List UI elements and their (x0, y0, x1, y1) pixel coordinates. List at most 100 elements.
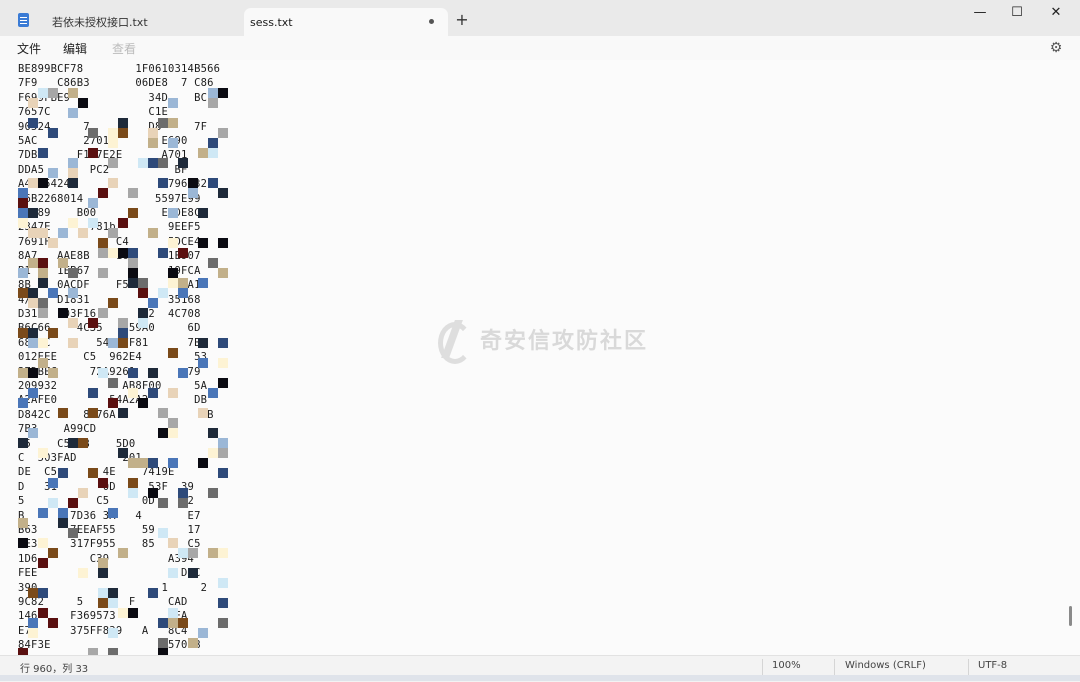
mosaic-block (198, 338, 208, 348)
mosaic-block (128, 268, 138, 278)
text-editor-area[interactable]: BE899BCF78 1F0610314B566 7F9 C86B3 06DE8 … (0, 60, 1080, 655)
mosaic-block (208, 258, 218, 268)
mosaic-block (108, 248, 118, 258)
menu-file[interactable]: 文件 (17, 40, 41, 57)
mosaic-block (208, 88, 218, 98)
menu-view[interactable]: 查看 (112, 40, 136, 57)
mosaic-block (48, 368, 58, 378)
mosaic-block (18, 328, 28, 338)
mosaic-block (168, 458, 178, 468)
mosaic-block (138, 318, 148, 328)
mosaic-block (38, 88, 48, 98)
mosaic-block (148, 368, 158, 378)
mosaic-block (188, 188, 198, 198)
line-ending[interactable]: Windows (CRLF) (845, 660, 926, 671)
new-tab-button[interactable]: + (452, 10, 472, 30)
mosaic-block (128, 478, 138, 488)
mosaic-block (138, 308, 148, 318)
mosaic-block (128, 458, 138, 468)
menu-edit[interactable]: 编辑 (63, 40, 87, 57)
mosaic-block (218, 438, 228, 448)
mosaic-block (118, 328, 128, 338)
mosaic-block (208, 388, 218, 398)
close-button[interactable]: ✕ (1038, 4, 1074, 22)
mosaic-block (78, 488, 88, 498)
tab-file-2[interactable]: sess.txt (244, 8, 448, 36)
mosaic-block (28, 298, 38, 308)
mosaic-block (108, 648, 118, 655)
maximize-button[interactable]: ☐ (999, 4, 1035, 22)
mosaic-block (208, 488, 218, 498)
mosaic-block (88, 388, 98, 398)
mosaic-block (168, 608, 178, 618)
mosaic-block (138, 458, 148, 468)
tab-title: sess.txt (250, 15, 293, 29)
minimize-button[interactable]: — (962, 4, 998, 22)
mosaic-block (148, 228, 158, 238)
vertical-scrollbar[interactable] (1069, 606, 1072, 626)
mosaic-block (208, 548, 218, 558)
mosaic-block (128, 608, 138, 618)
mosaic-block (68, 498, 78, 508)
mosaic-block (88, 318, 98, 328)
mosaic-block (128, 388, 138, 398)
mosaic-block (18, 198, 28, 208)
watermark-text: 奇安信攻防社区 (480, 329, 649, 354)
mosaic-block (78, 98, 88, 108)
mosaic-block (118, 128, 128, 138)
mosaic-block (48, 328, 58, 338)
mosaic-block (168, 278, 178, 288)
mosaic-block (168, 208, 178, 218)
mosaic-block (98, 568, 108, 578)
notepad-app-icon (18, 13, 29, 27)
mosaic-block (148, 388, 158, 398)
zoom-level[interactable]: 100% (772, 660, 801, 671)
mosaic-block (218, 128, 228, 138)
mosaic-block (48, 498, 58, 508)
mosaic-block (128, 258, 138, 268)
mosaic-block (48, 88, 58, 98)
mosaic-block (18, 288, 28, 298)
tab-file-1[interactable]: 若依未授权接口.txt (40, 8, 242, 36)
mosaic-block (28, 98, 38, 108)
status-divider (834, 659, 835, 675)
settings-gear-icon[interactable]: ⚙ (1048, 40, 1064, 56)
redaction-mosaic (18, 60, 234, 655)
mosaic-block (218, 548, 228, 558)
mosaic-block (98, 238, 108, 248)
mosaic-block (158, 178, 168, 188)
mosaic-block (138, 398, 148, 408)
mosaic-block (98, 268, 108, 278)
mosaic-block (118, 448, 128, 458)
encoding[interactable]: UTF-8 (978, 660, 1007, 671)
mosaic-block (38, 508, 48, 518)
mosaic-block (158, 118, 168, 128)
mosaic-block (108, 138, 118, 148)
mosaic-block (198, 208, 208, 218)
mosaic-block (188, 178, 198, 188)
unsaved-dot-icon[interactable] (429, 19, 434, 24)
mosaic-block (98, 598, 108, 608)
mosaic-block (108, 298, 118, 308)
mosaic-block (38, 258, 48, 268)
mosaic-block (68, 218, 78, 228)
mosaic-block (38, 228, 48, 238)
mosaic-block (38, 268, 48, 278)
mosaic-block (58, 258, 68, 268)
mosaic-block (28, 628, 38, 638)
mosaic-block (68, 528, 78, 538)
mosaic-block (58, 508, 68, 518)
watermark: 奇安信攻防社区 (432, 318, 649, 364)
mosaic-block (208, 448, 218, 458)
mosaic-block (108, 178, 118, 188)
mosaic-block (28, 228, 38, 238)
mosaic-block (18, 208, 28, 218)
mosaic-block (38, 278, 48, 288)
mosaic-block (198, 408, 208, 418)
mosaic-block (68, 168, 78, 178)
mosaic-block (108, 588, 118, 598)
mosaic-block (118, 118, 128, 128)
mosaic-block (218, 598, 228, 608)
mosaic-block (148, 458, 158, 468)
mosaic-block (88, 648, 98, 655)
